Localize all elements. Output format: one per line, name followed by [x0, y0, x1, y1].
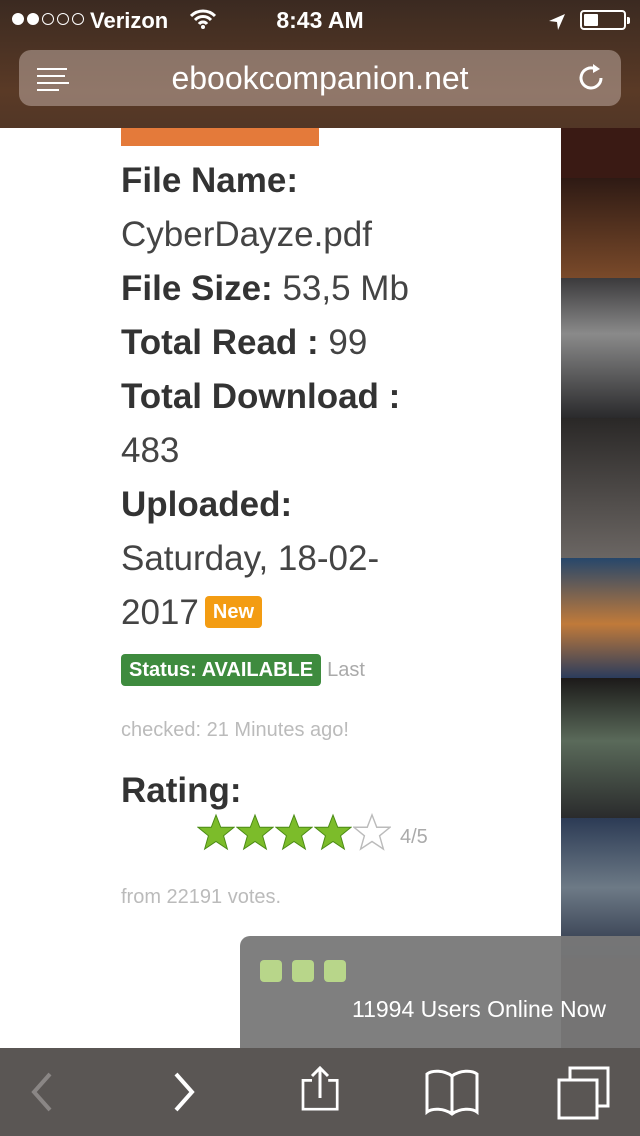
indicator-dot: [260, 960, 282, 982]
total-download-label: Total Download :: [121, 377, 401, 416]
star-empty-icon: [353, 813, 391, 851]
file-info: File Name: CyberDayze.pdf File Size: 53,…: [121, 154, 541, 818]
battery-icon: [580, 10, 630, 30]
share-icon[interactable]: [294, 1065, 346, 1118]
status-bar: Verizon 8:43 AM: [0, 0, 640, 40]
new-badge: New: [204, 596, 262, 628]
file-details-card: File Name: CyberDayze.pdf File Size: 53,…: [0, 128, 561, 1048]
browser-toolbar: [0, 1048, 640, 1136]
users-online-widget[interactable]: 11994 Users Online Now: [240, 936, 640, 1048]
indicator-dot: [292, 960, 314, 982]
users-online-text: 11994 Users Online Now: [352, 996, 606, 1022]
book-cover-strip: [560, 128, 640, 1048]
file-name-label: File Name:: [121, 161, 298, 200]
total-read-value: 99: [318, 323, 368, 362]
uploaded-label: Uploaded:: [121, 485, 293, 524]
url-text[interactable]: ebookcompanion.net: [19, 60, 621, 97]
star-filled-icon: [197, 813, 235, 851]
star-filled-icon: [275, 813, 313, 851]
location-arrow-icon: [548, 11, 566, 37]
total-download-value: 483: [121, 431, 180, 470]
rating-stars: [197, 812, 392, 852]
clock: 8:43 AM: [276, 7, 364, 33]
uploaded-date-line1: Saturday, 18-02-: [121, 539, 380, 578]
rating-label: Rating:: [121, 771, 242, 810]
bookmarks-icon[interactable]: [424, 1066, 479, 1118]
back-icon[interactable]: [18, 1066, 70, 1118]
status-last-text: Last: [327, 659, 365, 681]
status-checked-text: checked: 21 Minutes ago!: [121, 719, 349, 741]
uploaded-date-line2: 2017: [121, 593, 199, 632]
book-cover-image: [121, 128, 319, 146]
indicator-dot: [324, 960, 346, 982]
rating-score: 4/5: [400, 826, 428, 848]
star-filled-icon: [314, 813, 352, 851]
file-name-value: CyberDayze.pdf: [121, 215, 372, 254]
total-read-label: Total Read :: [121, 323, 319, 362]
status-badge: Status: AVAILABLE: [121, 654, 322, 686]
forward-icon[interactable]: [156, 1066, 208, 1118]
star-filled-icon: [236, 813, 274, 851]
file-size-label: File Size:: [121, 269, 273, 308]
tabs-icon[interactable]: [556, 1066, 610, 1120]
reload-icon[interactable]: [575, 62, 607, 99]
votes-count: from 22191 votes.: [121, 886, 282, 908]
address-bar[interactable]: ebookcompanion.net: [19, 50, 621, 106]
file-size-value: 53,5 Mb: [272, 269, 409, 308]
